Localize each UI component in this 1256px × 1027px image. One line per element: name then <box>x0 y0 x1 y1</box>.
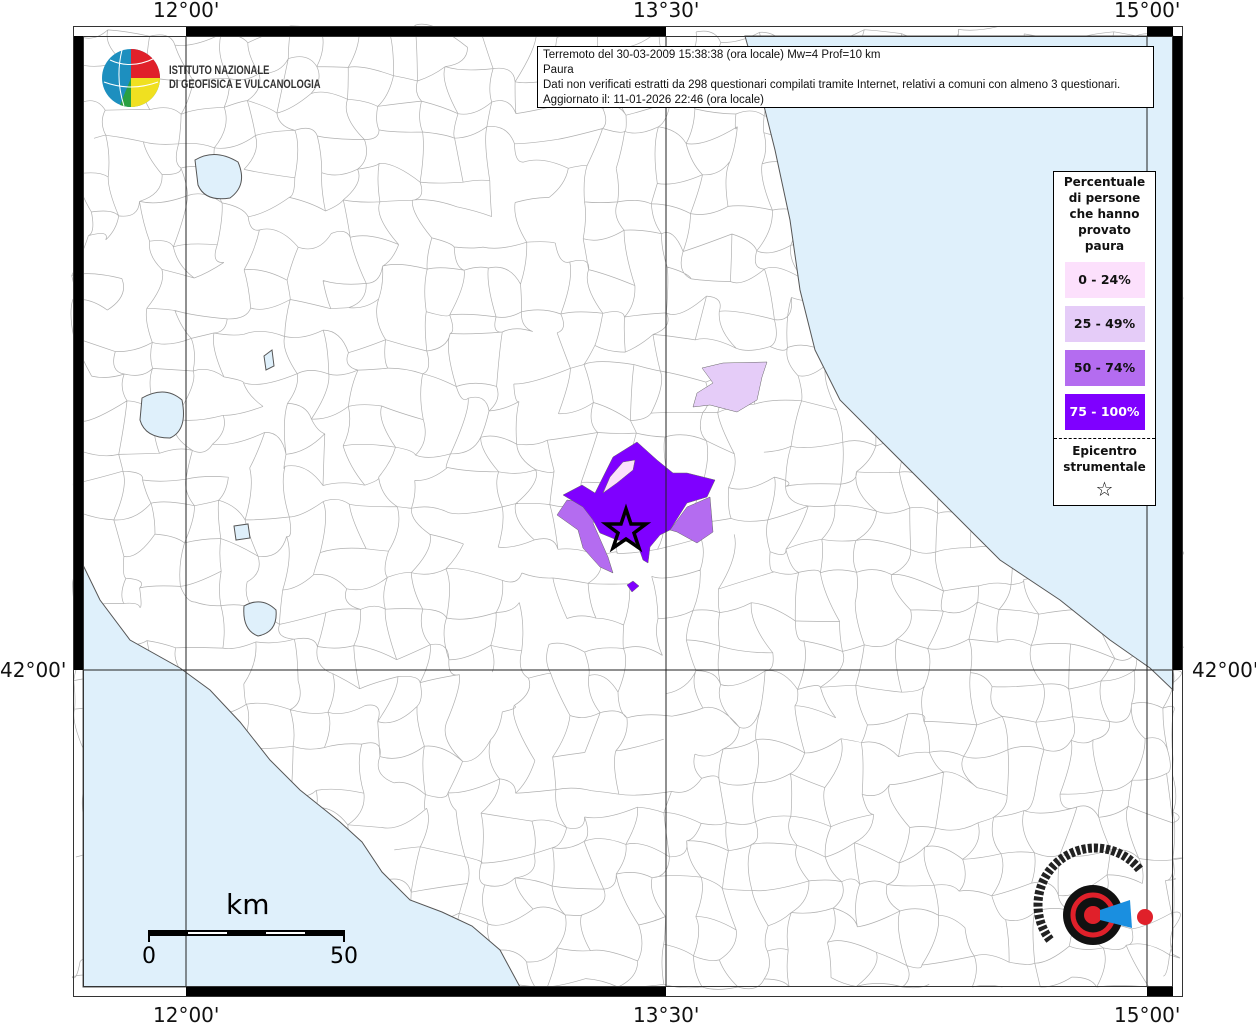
legend-title: Percentuale di persone che hanno provato… <box>1063 175 1146 253</box>
event-info-box: Terremoto del 30-03-2009 15:38:38 (ora l… <box>537 46 1154 108</box>
lon-label-top-13-30: 13°30' <box>633 0 700 22</box>
logo-line1: ISTITUTO NAZIONALE <box>169 65 270 77</box>
parameter-line: Paura <box>543 64 574 76</box>
legend-class-25-49: 25 - 49% <box>1064 306 1145 342</box>
lon-label-bottom-15: 15°00' <box>1114 1003 1181 1027</box>
data-note-line: Dati non verificati estratti da 298 ques… <box>543 79 1121 91</box>
scale-min-label: 0 <box>142 944 156 969</box>
lat-label-left-42: 42°00' <box>0 658 67 682</box>
intensity-map <box>70 23 1184 997</box>
lon-label-bottom-12: 12°00' <box>153 1003 220 1027</box>
legend-divider <box>1054 438 1155 439</box>
lon-label-top-12: 12°00' <box>153 0 220 22</box>
lat-label-right-42: 42°00' <box>1192 658 1256 682</box>
ingv-logo-icon <box>102 49 160 108</box>
scale-max-label: 50 <box>330 944 358 969</box>
ingv-logo-text: ISTITUTO NAZIONALE DI GEOFISICA E VULCAN… <box>169 64 321 92</box>
scale-unit: km <box>226 888 270 921</box>
updated-line: Aggiornato il: 11-01-2026 22:46 (ora loc… <box>543 94 764 106</box>
lon-label-top-15: 15°00' <box>1114 0 1181 22</box>
logo-line2: DI GEOFISICA E VULCANOLOGIA <box>169 79 321 91</box>
legend-epicenter-label: Epicentro strumentale <box>1063 444 1146 474</box>
lon-label-bottom-13-30: 13°30' <box>633 1003 700 1027</box>
legend-class-0-24: 0 - 24% <box>1064 262 1145 298</box>
event-line: Terremoto del 30-03-2009 15:38:38 (ora l… <box>543 49 881 61</box>
legend-star-icon: ☆ <box>1095 477 1114 501</box>
legend: Percentuale di persone che hanno provato… <box>1053 171 1156 506</box>
legend-class-75-100: 75 - 100% <box>1064 394 1145 430</box>
legend-class-50-74: 50 - 74% <box>1064 350 1145 386</box>
